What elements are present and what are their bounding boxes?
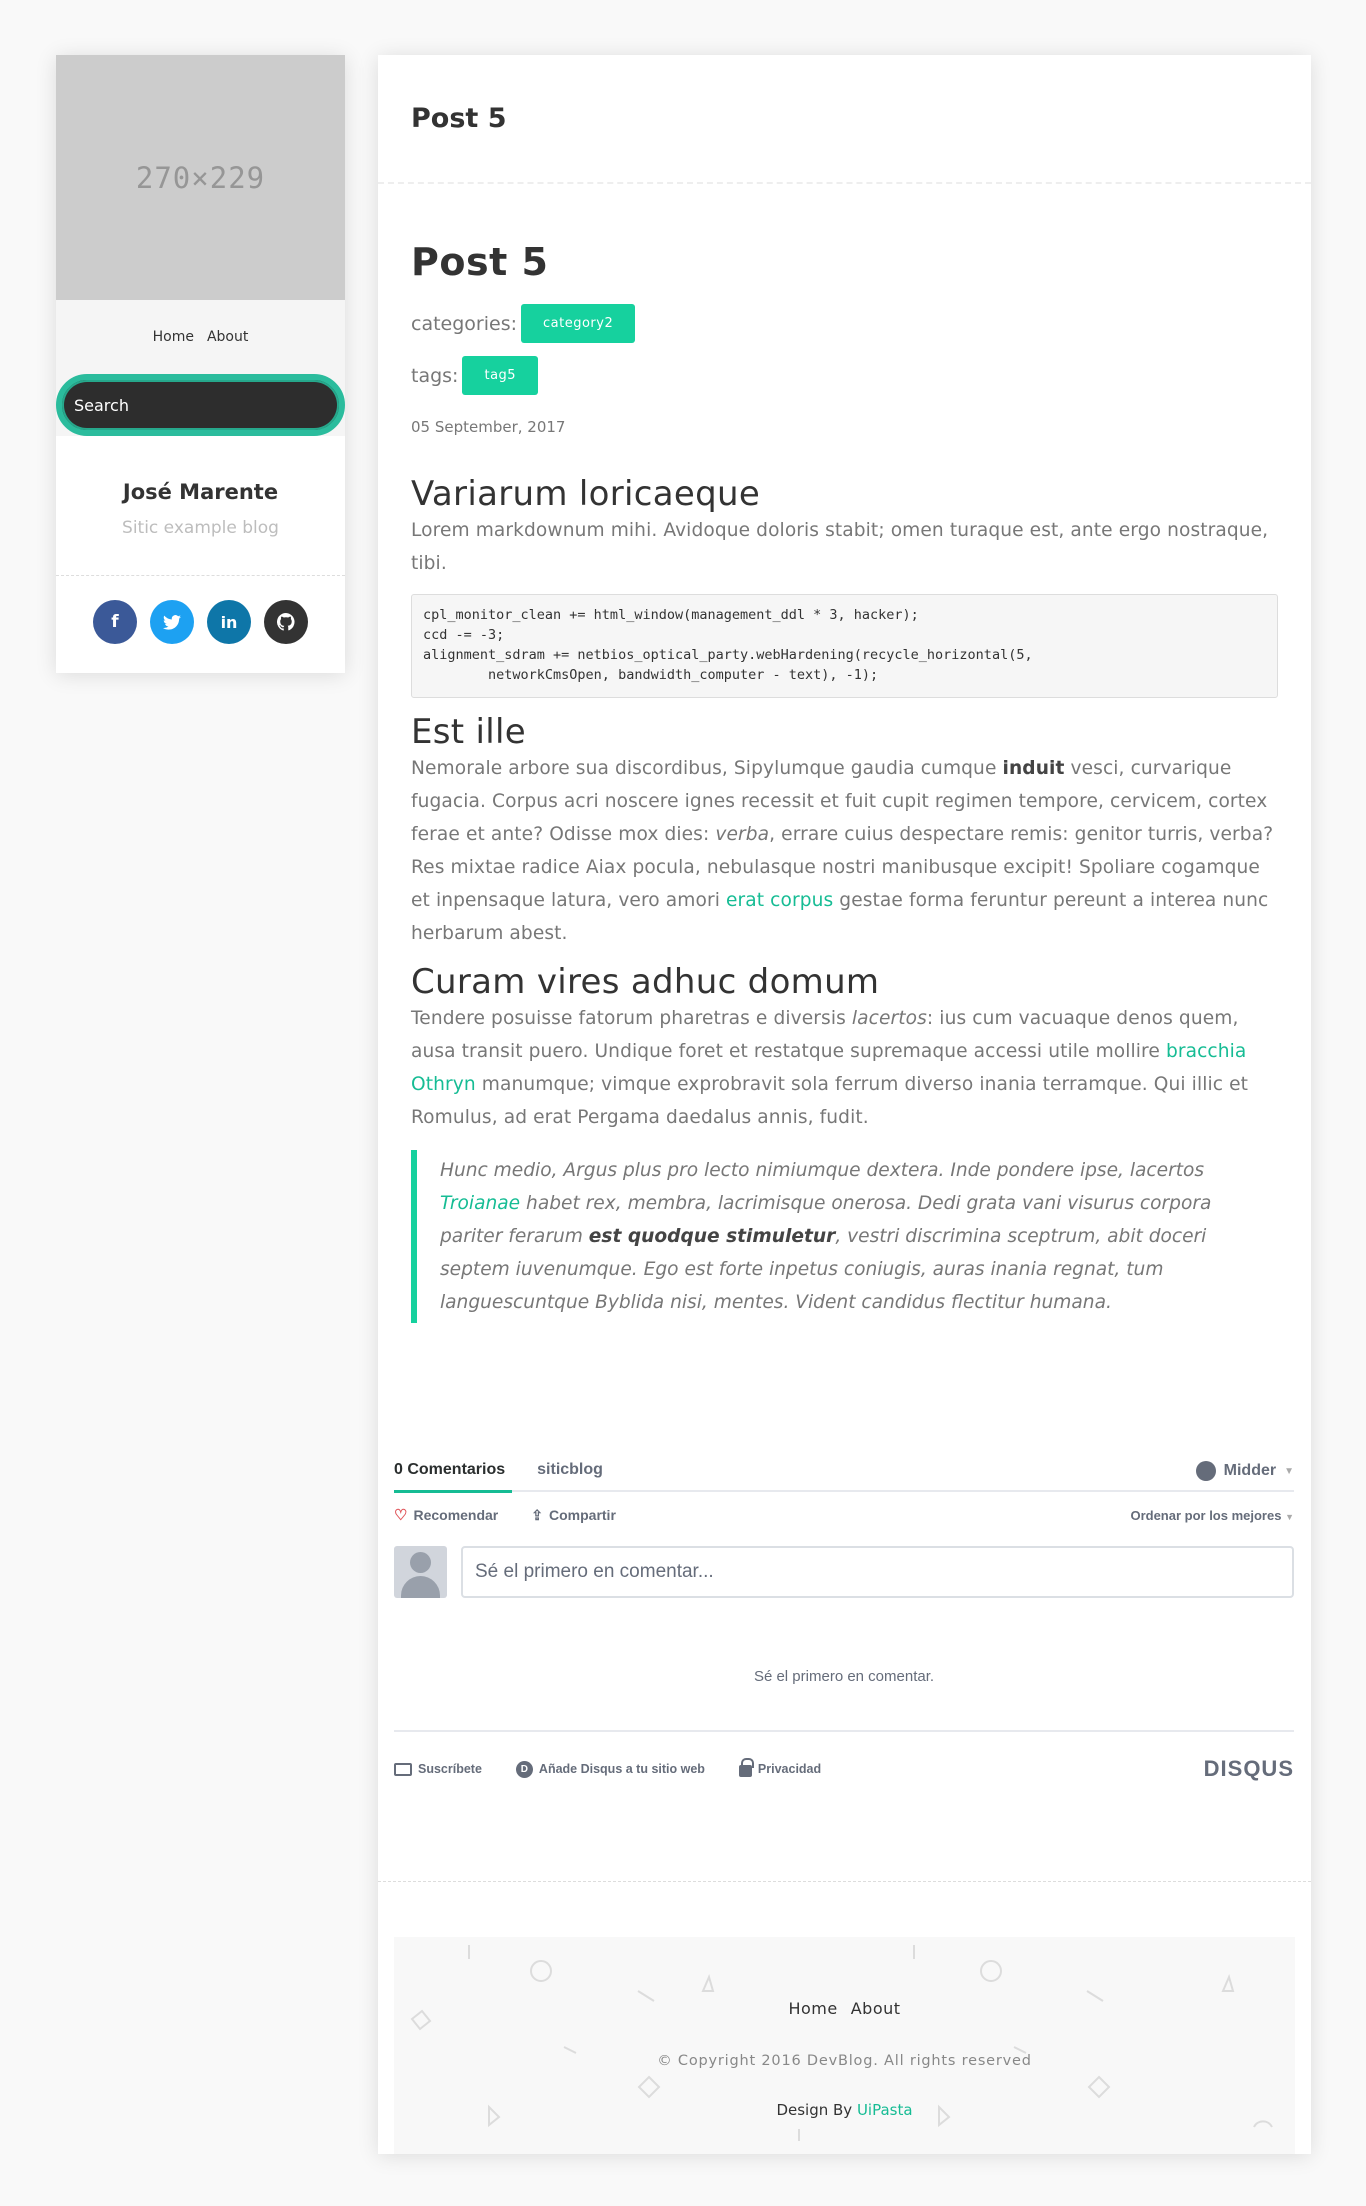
heart-icon: ♡ [394,1507,408,1524]
sidebar: 270×229 Home About José Marente Sitic ex… [56,55,345,673]
inline-link[interactable]: erat corpus [726,890,833,911]
section-heading: Variarum loricaeque [411,474,761,514]
categories-label: categories: [411,312,517,335]
post: Post 5 categories: category2 tags: tag5 … [378,240,1311,1323]
author-name: José Marente [122,480,279,504]
tab-site[interactable]: siticblog [537,1461,603,1479]
divider [378,1881,1311,1882]
chevron-down-icon: ▼ [1285,1511,1294,1522]
facebook-icon[interactable]: f [93,600,137,644]
profile-image-placeholder: 270×229 [56,55,345,300]
section-heading: Est ille [411,712,526,752]
social-links: f in [56,576,345,668]
share-button[interactable]: ⇪ Compartir [531,1507,616,1524]
tab-comments[interactable]: 0 Comentarios [394,1449,537,1493]
sidebar-search [56,374,345,436]
page-title: Post 5 [411,103,507,134]
comments-widget: 0 Comentarios siticblog Midder ▼ ♡ Recome… [394,1450,1294,1806]
lock-icon [738,1758,754,1777]
profile: José Marente Sitic example blog [56,436,345,576]
section-heading: Curam vires adhuc domum [411,962,880,1002]
tags-label: tags: [411,364,459,387]
post-tags: tags: tag5 [411,356,1278,395]
post-date: 05 September, 2017 [411,418,566,436]
paragraph: Lorem markdownum mihi. Avidoque doloris … [411,520,1269,574]
empty-comments-message: Sé el primero en comentar. [753,1668,935,1685]
copyright: © Copyright 2016 DevBlog. All rights res… [657,2053,1032,2069]
chevron-down-icon: ▼ [1284,1465,1294,1477]
footer-nav: Home About [394,1999,1295,2018]
comments-actions: ♡ Recomendar ⇪ Compartir Ordenar por los m… [394,1492,1294,1538]
linkedin-icon[interactable]: in [207,600,251,644]
twitter-icon[interactable] [150,600,194,644]
disqus-icon: D [515,1760,533,1778]
subscribe-link[interactable]: Suscríbete [394,1762,482,1776]
category-badge[interactable]: category2 [521,304,636,343]
post-categories: categories: category2 [411,304,1278,343]
recommend-button[interactable]: ♡ Recomendar [394,1506,498,1524]
add-disqus-link[interactable]: D Añade Disqus a tu sitio web [515,1760,705,1778]
main-card: Post 5 Post 5 categories: category2 tags… [378,55,1311,2154]
comments-footer: Suscríbete D Añade Disqus a tu sitio web … [394,1730,1294,1806]
avatar [394,1546,447,1598]
designer-link[interactable]: UiPasta [857,2101,913,2119]
placeholder-size-label: 270×229 [135,160,266,195]
paragraph: Tendere posuisse fatorum pharetras e div… [411,1008,1248,1128]
code-block: cpl_monitor_clean += html_window(managem… [411,594,1278,698]
inline-link[interactable]: Troianae [440,1193,520,1214]
privacy-link[interactable]: Privacidad [738,1758,821,1777]
paragraph: Nemorale arbore sua discordibus, Sipylum… [411,758,1274,944]
comment-composer: Sé el primero en comentar... [394,1546,1294,1598]
italic-text: verba [715,824,770,845]
bold-text: induit [1002,758,1065,779]
chat-bubble-icon [1195,1461,1216,1481]
sort-dropdown[interactable]: Ordenar por los mejores ▼ [1130,1508,1294,1523]
blog-description: Sitic example blog [122,518,279,538]
sidebar-nav: Home About [56,300,345,374]
post-title: Post 5 [411,240,549,284]
user-menu[interactable]: Midder ▼ [1195,1450,1294,1492]
sidebar-nav-about[interactable]: About [207,329,248,345]
mail-icon [394,1762,412,1776]
share-icon: ⇪ [531,1506,543,1523]
github-icon[interactable] [264,600,308,644]
sidebar-nav-home[interactable]: Home [153,329,194,345]
bold-text: est quodque stimuletur [588,1226,836,1247]
design-credit: Design By UiPasta [776,2101,913,2119]
tag-badge[interactable]: tag5 [462,356,539,395]
blockquote: Hunc medio, Argus plus pro lecto nimiumq… [411,1150,1278,1323]
search-input[interactable] [56,374,345,436]
footer-nav-home[interactable]: Home [788,1999,837,2018]
disqus-logo[interactable]: DISQUS [1204,1756,1294,1782]
page-header: Post 5 [378,55,1311,184]
user-name: Midder [1223,1462,1277,1479]
footer-nav-about[interactable]: About [851,1999,901,2018]
italic-text: lacertos [851,1008,927,1029]
background-pattern [410,1945,1273,2141]
site-footer: Home About © Copyright 2016 DevBlog. All… [394,1937,1295,2154]
comment-input[interactable]: Sé el primero en comentar... [461,1546,1294,1598]
comments-tabs: 0 Comentarios siticblog Midder ▼ [394,1449,1294,1493]
